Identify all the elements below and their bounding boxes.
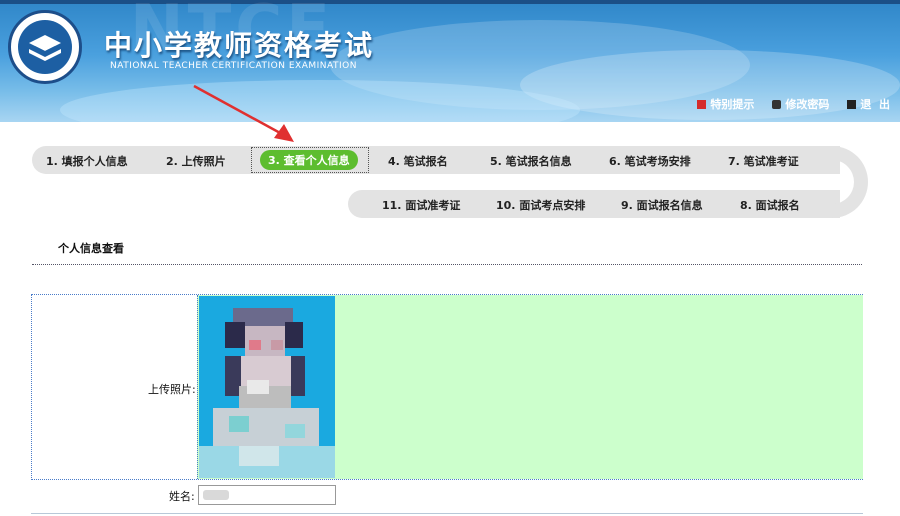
step-7[interactable]: 7. 笔试准考证 [728,153,799,169]
section-title: 个人信息查看 [58,242,124,255]
step-3[interactable]: 3. 查看个人信息 [260,150,358,170]
uploaded-photo [199,296,335,478]
step-9[interactable]: 9. 面试报名信息 [621,197,703,213]
change-password-label: 修改密码 [785,98,830,111]
photo-label: 上传照片: [148,383,196,396]
alert-icon [697,99,707,109]
special-notice-link[interactable]: 特别提示 [697,96,754,112]
top-links: 特别提示 修改密码 退 出 [697,96,890,112]
site-subtitle: NATIONAL TEACHER CERTIFICATION EXAMINATI… [110,61,357,71]
logout-link[interactable]: 退 出 [847,96,890,112]
site-header: NTCE 中小学教师资格考试 NATIONAL TEACHER CERTIFIC… [0,0,900,122]
step-4[interactable]: 4. 笔试报名 [388,153,448,169]
annotation-arrow [193,84,294,142]
step-track-bend [812,146,868,218]
key-icon [772,99,782,109]
name-row: 姓名: [31,483,863,509]
photo-label-cell: 上传照片: [32,295,197,479]
step-10[interactable]: 10. 面试考点安排 [496,197,585,213]
table-bottom-border [31,513,863,514]
photo-value-cell [197,295,863,479]
name-value-redacted [203,490,229,500]
name-label: 姓名: [169,490,195,503]
personal-info-table: 上传照片: [31,294,863,480]
step-2[interactable]: 2. 上传照片 [166,153,226,169]
site-logo [8,10,82,84]
logout-icon [847,99,857,109]
step-11[interactable]: 11. 面试准考证 [382,197,460,213]
step-5[interactable]: 5. 笔试报名信息 [490,153,572,169]
step-6[interactable]: 6. 笔试考场安排 [609,153,691,169]
step-8[interactable]: 8. 面试报名 [740,197,800,213]
step-navigation: 1. 填报个人信息 2. 上传照片 3. 查看个人信息 4. 笔试报名 5. 笔… [32,146,872,218]
section-divider [32,264,862,265]
logout-label: 退 出 [860,98,890,111]
site-title: 中小学教师资格考试 [104,29,375,62]
step-1[interactable]: 1. 填报个人信息 [46,153,128,169]
change-password-link[interactable]: 修改密码 [772,96,829,112]
book-icon [29,35,61,61]
special-notice-label: 特别提示 [710,98,755,111]
